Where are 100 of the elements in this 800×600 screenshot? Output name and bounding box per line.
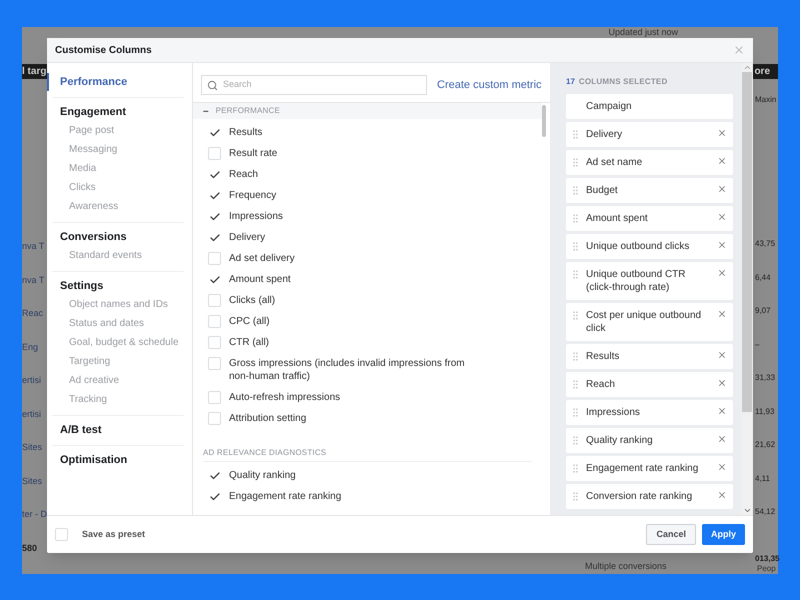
column-label: Campaign [586, 100, 633, 113]
drag-handle-icon[interactable] [570, 241, 581, 252]
band-text: l targ [22, 65, 46, 79]
create-metric-link[interactable]: Create custom metric [437, 76, 542, 94]
selected-column[interactable]: Cost per unique outbound click [566, 303, 733, 341]
selected-column[interactable]: Conversion rate ranking [566, 484, 733, 509]
column-label: Engagement rate ranking [586, 462, 700, 475]
table-cell-text: 43,75 [755, 238, 776, 250]
scroll-down-icon[interactable] [742, 506, 752, 515]
nav-section[interactable]: Conversions [52, 228, 184, 246]
drag-handle-icon[interactable] [570, 379, 581, 390]
selected-column[interactable]: Reach [566, 372, 733, 397]
drag-handle-icon[interactable] [570, 185, 581, 196]
nav-section[interactable]: Performance [47, 73, 184, 91]
table-cell-text: 11,93 [755, 406, 774, 418]
table-cell-text: Sites [22, 474, 44, 488]
scroll-up-icon[interactable] [742, 63, 752, 72]
collapse-toggle[interactable]: – [203, 104, 209, 118]
drag-handle-icon[interactable] [570, 351, 581, 362]
column-label: Conversion rate ranking [586, 490, 694, 503]
check-icon [208, 126, 220, 138]
metric-label: Impressions [229, 210, 284, 223]
section-header[interactable]: – PERFORMANCE [193, 103, 542, 119]
drag-handle-icon[interactable] [570, 213, 581, 224]
search-field[interactable]: Search [201, 75, 427, 95]
checkbox[interactable] [208, 252, 221, 265]
drag-handle-icon[interactable] [570, 463, 581, 474]
column-count: 17 [566, 76, 575, 88]
check-icon [208, 168, 220, 180]
remove-button[interactable] [717, 128, 727, 138]
remove-button[interactable] [717, 406, 727, 416]
nav-section[interactable]: Optimisation [52, 451, 184, 469]
apply-button[interactable]: Apply [702, 524, 745, 545]
drag-handle-icon[interactable] [570, 407, 581, 418]
selected-column[interactable]: Unique outbound CTR (click-through rate) [566, 262, 733, 300]
drag-handle-icon[interactable] [570, 310, 581, 321]
selected-column[interactable]: Quality ranking [566, 428, 733, 453]
search-input[interactable]: Search [223, 78, 421, 92]
nav-section[interactable]: Engagement [52, 103, 184, 121]
remove-button[interactable] [717, 490, 727, 500]
column-label: Delivery [586, 128, 624, 141]
remove-button[interactable] [717, 309, 727, 319]
check-icon [208, 210, 220, 222]
nav-section[interactable]: Settings [52, 277, 184, 295]
selected-column[interactable]: Results [566, 344, 733, 369]
selected-column[interactable]: Unique outbound clicks [566, 234, 733, 259]
checkbox[interactable] [208, 412, 221, 425]
selected-column[interactable]: Impressions [566, 400, 733, 425]
selected-column[interactable]: Campaign [566, 94, 733, 119]
remove-button[interactable] [717, 378, 727, 388]
checkbox[interactable] [208, 315, 221, 328]
remove-button[interactable] [717, 184, 727, 194]
column-label: Amount spent [586, 212, 649, 225]
remove-button[interactable] [717, 268, 727, 278]
table-cell-text: ertisi [22, 408, 42, 420]
table-cell-text: 4,11 [755, 472, 770, 484]
remove-button[interactable] [717, 350, 727, 360]
remove-button[interactable] [717, 434, 727, 444]
selected-column[interactable]: Delivery [566, 122, 733, 147]
selected-column[interactable]: Engagement rate ranking [566, 456, 733, 481]
column-header: Maxin [755, 94, 776, 106]
metric-label: Engagement rate ranking [229, 490, 342, 503]
remove-button[interactable] [717, 462, 727, 472]
table-cell-text: ertisi [22, 374, 42, 387]
scrollbar-thumb[interactable] [742, 72, 752, 412]
remove-button[interactable] [717, 212, 727, 222]
checkbox[interactable] [208, 336, 221, 349]
table-cell-text: – [755, 338, 760, 350]
checkbox[interactable] [208, 294, 221, 307]
scrollbar-thumb[interactable] [542, 105, 546, 137]
cancel-button[interactable]: Cancel [646, 524, 696, 545]
checkbox[interactable] [208, 357, 221, 370]
metric-label: Delivery [229, 231, 266, 244]
metric-label: Attribution setting [229, 412, 308, 425]
drag-handle-icon[interactable] [570, 157, 581, 168]
drag-handle-icon[interactable] [570, 435, 581, 446]
drag-handle-icon[interactable] [570, 129, 581, 140]
section-title: PERFORMANCE [216, 105, 280, 117]
selected-column[interactable]: Ad set name [566, 150, 733, 175]
selected-column[interactable]: Budget [566, 178, 733, 203]
close-button[interactable] [733, 44, 745, 56]
column-label: Results [586, 350, 620, 363]
metric-label: Clicks (all) [229, 294, 276, 307]
table-cell-text: 6,44 [755, 272, 771, 284]
table-cell-text: Reac [22, 307, 44, 320]
check-icon [208, 274, 220, 286]
scrollbar[interactable] [741, 63, 753, 515]
nav-section[interactable]: A/B test [52, 421, 184, 439]
checkbox[interactable] [55, 528, 68, 541]
remove-button[interactable] [717, 156, 727, 166]
selected-column[interactable]: Amount spent [566, 206, 733, 231]
table-cell-text: ter - D [22, 508, 47, 521]
checkbox[interactable] [208, 147, 221, 160]
drag-handle-icon[interactable] [570, 269, 581, 280]
checkbox[interactable] [208, 391, 221, 404]
remove-button[interactable] [717, 240, 727, 250]
column-label: Ad set name [586, 156, 644, 169]
drag-handle-icon[interactable] [570, 491, 581, 502]
table-cell-text: nva T [22, 274, 46, 286]
table-cell: Multiple conversions [585, 561, 667, 571]
